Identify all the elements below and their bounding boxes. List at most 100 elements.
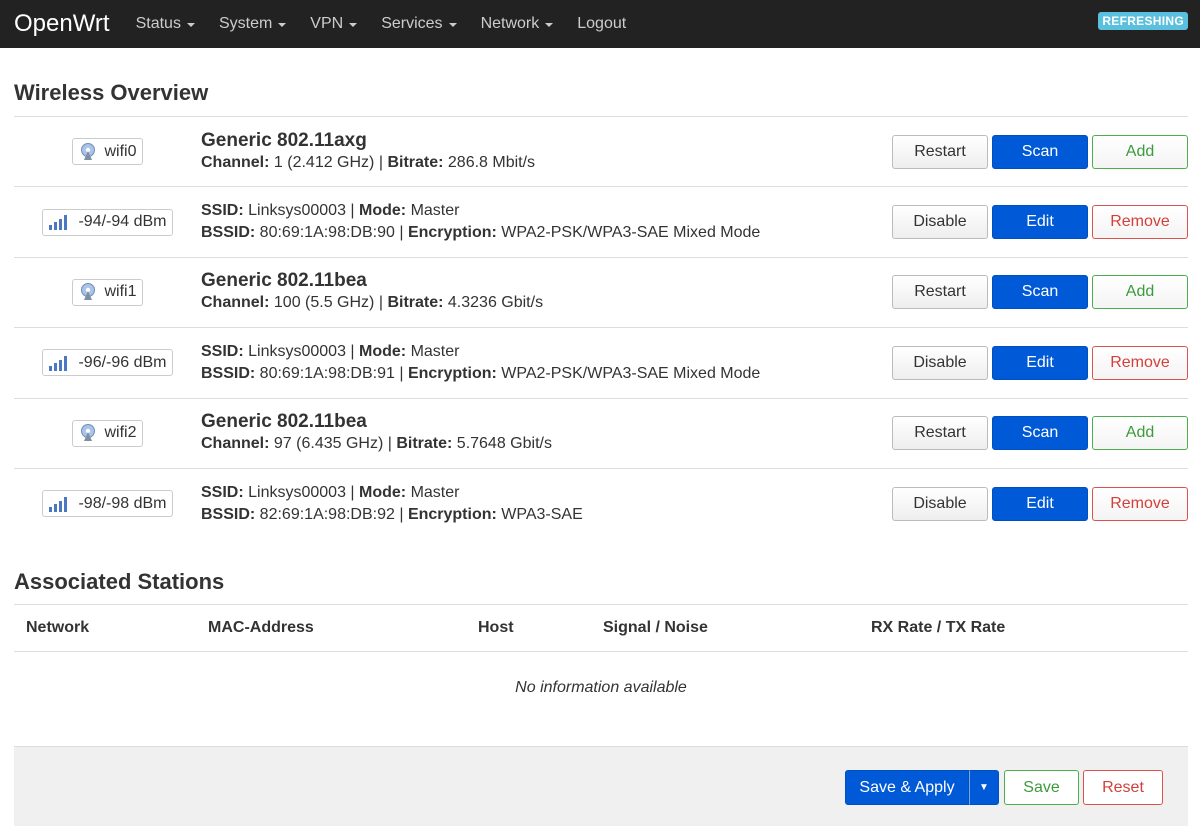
edit-button[interactable]: Edit: [992, 345, 1088, 380]
encryption-label: Encryption:: [407, 364, 497, 382]
encryption-label: Encryption:: [407, 505, 497, 523]
row-actions: Restart Scan Add: [892, 134, 1188, 169]
encryption-value: WPA3-SAE: [496, 505, 583, 523]
bssid-line: BSSID: 80:69:1A:98:DB:90 | Encryption: W…: [201, 222, 892, 244]
disable-button[interactable]: Disable: [892, 486, 988, 521]
menu-logout[interactable]: Logout: [577, 15, 626, 33]
bssid-label: BSSID:: [201, 505, 256, 523]
scan-button[interactable]: Scan: [992, 416, 1088, 451]
mode-label: Mode:: [359, 483, 407, 501]
edit-button[interactable]: Edit: [992, 205, 1088, 240]
row-actions: Disable Edit Remove: [892, 486, 1188, 521]
radio-device-row: wifi1 Generic 802.11bea Channel: 100 (5.5 …: [14, 256, 1188, 327]
dropdown-toggle-icon[interactable]: ▼: [969, 770, 999, 805]
device-badge: wifi1: [72, 278, 143, 306]
badge-cell: wifi0: [14, 138, 201, 166]
menu-label: Status: [135, 15, 181, 32]
reset-button[interactable]: Reset: [1083, 770, 1163, 805]
network-info: SSID: Linksys00003 | Mode: Master BSSID: …: [201, 200, 892, 244]
ssid-value: Linksys00003 |: [243, 483, 360, 501]
ssid-value: Linksys00003 |: [243, 342, 360, 360]
scan-button[interactable]: Scan: [992, 134, 1088, 169]
edit-button[interactable]: Edit: [992, 486, 1088, 521]
menu-label: System: [218, 15, 273, 32]
bitrate-value: 286.8 Mbit/s: [443, 153, 536, 171]
caret-down-icon: [545, 23, 554, 27]
add-button[interactable]: Add: [1092, 416, 1188, 451]
add-button[interactable]: Add: [1092, 134, 1188, 169]
mode-value: Master: [406, 483, 460, 501]
bitrate-label: Bitrate:: [396, 435, 453, 453]
radio-device-row: wifi2 Generic 802.11bea Channel: 97 (6.435…: [14, 397, 1188, 468]
wireless-table: wifi0 Generic 802.11axg Channel: 1 (2.412 …: [14, 116, 1188, 538]
add-button[interactable]: Add: [1092, 275, 1188, 310]
badge-label: -94/-94 dBm: [78, 213, 167, 231]
badge-cell: -96/-96 dBm: [14, 349, 201, 377]
mode-value: Master: [406, 342, 460, 360]
badge-label: wifi1: [104, 283, 137, 301]
col-mac-address: MAC-Address: [208, 619, 314, 636]
channel-label: Channel:: [201, 294, 270, 312]
col-rx-tx-rate: RX Rate / TX Rate: [871, 619, 1006, 636]
menu-label: Network: [480, 15, 540, 32]
empty-message: No information available: [515, 679, 687, 696]
wireless-radio-icon: [78, 424, 98, 442]
restart-button[interactable]: Restart: [892, 275, 988, 310]
ssid-line: SSID: Linksys00003 | Mode: Master: [201, 482, 892, 504]
badge-label: -98/-98 dBm: [78, 494, 167, 512]
menu-label: Logout: [577, 15, 627, 32]
network-info: SSID: Linksys00003 | Mode: Master BSSID: …: [201, 341, 892, 385]
caret-down-icon: [448, 23, 457, 27]
device-name: Generic 802.11bea: [201, 270, 367, 292]
caret-down-icon: [186, 23, 195, 27]
save-button[interactable]: Save: [1004, 770, 1079, 805]
associated-stations-title: Associated Stations: [14, 569, 225, 594]
restart-button[interactable]: Restart: [892, 134, 988, 169]
channel-label: Channel:: [201, 435, 270, 453]
row-actions: Disable Edit Remove: [892, 345, 1188, 380]
menu-system[interactable]: System: [218, 15, 287, 33]
remove-button[interactable]: Remove: [1092, 345, 1188, 380]
row-actions: Disable Edit Remove: [892, 205, 1188, 240]
menu-status[interactable]: Status: [136, 15, 195, 33]
ssid-value: Linksys00003 |: [243, 202, 360, 220]
remove-button[interactable]: Remove: [1092, 205, 1188, 240]
badge-cell: -98/-98 dBm: [14, 490, 201, 518]
menu-network[interactable]: Network: [481, 15, 554, 33]
top-navbar: OpenWrt Status System VPN Services Netwo…: [0, 0, 1200, 48]
menu-services[interactable]: Services: [381, 15, 457, 33]
device-name: Generic 802.11axg: [201, 129, 367, 151]
refreshing-badge[interactable]: REFRESHING: [1098, 12, 1188, 30]
bssid-value: 80:69:1A:98:DB:91 |: [255, 364, 408, 382]
menu-vpn[interactable]: VPN: [310, 15, 358, 33]
restart-button[interactable]: Restart: [892, 416, 988, 451]
wireless-radio-icon: [78, 283, 98, 301]
save-apply-button[interactable]: Save & Apply: [845, 770, 969, 805]
bssid-label: BSSID:: [201, 364, 256, 382]
disable-button[interactable]: Disable: [892, 345, 988, 380]
network-info: SSID: Linksys00003 | Mode: Master BSSID: …: [201, 482, 892, 526]
signal-badge: -96/-96 dBm: [42, 349, 173, 377]
badge-cell: wifi1: [14, 278, 201, 306]
disable-button[interactable]: Disable: [892, 205, 988, 240]
scan-button[interactable]: Scan: [992, 275, 1088, 310]
remove-button[interactable]: Remove: [1092, 486, 1188, 521]
wifi-network-row: -96/-96 dBm SSID: Linksys00003 | Mode: Ma…: [14, 327, 1188, 397]
bitrate-label: Bitrate:: [387, 294, 444, 312]
bitrate-value: 5.7648 Gbit/s: [452, 435, 552, 453]
wireless-overview-title: Wireless Overview: [14, 80, 209, 105]
bssid-label: BSSID:: [201, 224, 256, 242]
badge-label: -96/-96 dBm: [78, 353, 167, 371]
bitrate-label: Bitrate:: [387, 153, 444, 171]
channel-label: Channel:: [201, 153, 270, 171]
row-actions: Restart Scan Add: [892, 275, 1188, 310]
col-signal-noise: Signal / Noise: [603, 619, 708, 636]
mode-value: Master: [406, 202, 460, 220]
signal-badge: -94/-94 dBm: [42, 208, 173, 236]
menu-label: VPN: [310, 15, 344, 32]
wireless-radio-icon: [78, 142, 98, 161]
badge-cell: wifi2: [14, 419, 201, 447]
brand-logo[interactable]: OpenWrt: [14, 10, 110, 38]
ssid-label: SSID:: [201, 342, 244, 360]
wifi-network-row: -94/-94 dBm SSID: Linksys00003 | Mode: Ma…: [14, 186, 1188, 256]
